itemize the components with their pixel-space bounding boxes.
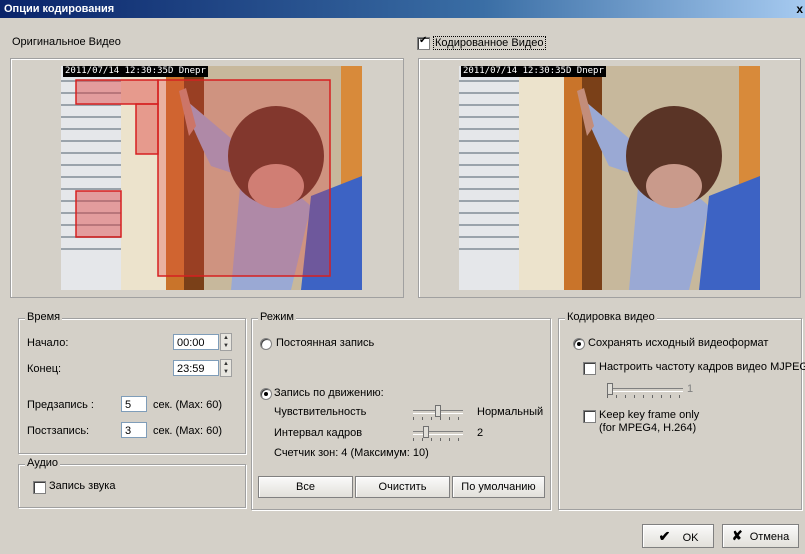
ok-button[interactable]: ✔ OK	[642, 524, 714, 548]
frame-interval-slider[interactable]	[413, 426, 463, 441]
check-icon: ✔	[658, 528, 671, 544]
sensitivity-label: Чувствительность	[274, 406, 367, 418]
mjpeg-slider-thumb[interactable]	[607, 383, 613, 395]
start-label: Начало:	[27, 337, 69, 349]
cancel-x-icon: ✘	[731, 528, 743, 543]
record-audio-checkbox[interactable]	[33, 481, 46, 494]
sensitivity-slider-ticks	[413, 417, 463, 420]
encoding-group: Кодировка видео Сохранять исходный видео…	[558, 311, 805, 510]
sensitivity-value: Нормальный	[477, 406, 544, 418]
zone-counter-label: Счетчик зон: 4 (Максимум: 10)	[274, 447, 429, 459]
postrecord-label: Постзапись:	[27, 425, 90, 437]
postrecord-input[interactable]: 3	[121, 422, 147, 438]
keyframe-only-checkbox[interactable]	[583, 410, 596, 423]
encoded-video-label[interactable]: Кодированное Видео	[433, 36, 546, 50]
end-label: Конец:	[27, 363, 62, 375]
motion-record-radio[interactable]	[260, 388, 272, 400]
close-icon[interactable]: x	[796, 0, 803, 18]
encoded-video-checkbox[interactable]	[417, 35, 430, 50]
frame-interval-slider-thumb[interactable]	[423, 426, 429, 438]
default-button[interactable]: По умолчанию	[452, 476, 545, 498]
keep-format-radio[interactable]	[573, 338, 585, 350]
keep-format-label: Сохранять исходный видеоформат	[588, 337, 769, 349]
prerecord-hint: сек. (Max: 60)	[153, 399, 222, 411]
audio-group: Аудио Запись звука	[18, 457, 246, 508]
sensitivity-slider-thumb[interactable]	[435, 405, 441, 417]
frame-interval-label: Интервал кадров	[274, 427, 363, 439]
encoded-video-panel: 2011/07/14 12:30:35D Dnepr	[418, 58, 801, 298]
cancel-button-label: Отмена	[749, 531, 790, 543]
frame-interval-value: 2	[477, 427, 484, 439]
keyframe-only-sublabel: (for MPEG4, H.264)	[599, 422, 697, 434]
frame-interval-slider-track	[413, 431, 463, 435]
start-time-spinner[interactable]: ▲ ▼	[220, 333, 232, 351]
frame-interval-slider-ticks	[413, 438, 463, 441]
cancel-button[interactable]: ✘ Отмена	[722, 524, 799, 548]
encoding-group-title: Кодировка видео	[565, 311, 657, 323]
end-time-input[interactable]: 23:59	[173, 360, 219, 376]
end-time-spinner[interactable]: ▲ ▼	[220, 359, 232, 377]
time-group-title: Время	[25, 311, 63, 323]
continuous-record-label: Постоянная запись	[276, 337, 375, 349]
dialog-body: Оригинальное Видео 2011/07/14 12:30:35D …	[0, 18, 805, 554]
original-timestamp: 2011/07/14 12:30:35D Dnepr	[63, 66, 208, 77]
clear-button[interactable]: Очистить	[355, 476, 450, 498]
prerecord-label: Предзапись :	[27, 399, 94, 411]
mode-group: Режим Постоянная запись Запись по движен…	[251, 311, 551, 510]
encoded-video-frame: 2011/07/14 12:30:35D Dnepr	[459, 66, 760, 290]
ok-button-label: OK	[682, 532, 699, 544]
spin-down-icon[interactable]: ▼	[221, 342, 231, 350]
mjpeg-framerate-checkbox[interactable]	[583, 362, 596, 375]
spin-up-icon[interactable]: ▲	[221, 334, 231, 342]
original-video-label: Оригинальное Видео	[12, 36, 121, 48]
window-title: Опции кодирования	[4, 3, 115, 15]
mjpeg-slider-value: 1	[687, 383, 694, 395]
mjpeg-framerate-slider[interactable]	[607, 383, 683, 398]
original-video-image	[61, 66, 362, 290]
encoded-timestamp: 2011/07/14 12:30:35D Dnepr	[461, 66, 606, 77]
original-video-panel: 2011/07/14 12:30:35D Dnepr	[10, 58, 404, 298]
postrecord-hint: сек. (Max: 60)	[153, 425, 222, 437]
motion-record-label: Запись по движению:	[274, 387, 384, 399]
time-group: Время Начало: 00:00 ▲ ▼ Конец: 23:59 ▲ ▼ П…	[18, 311, 246, 454]
mjpeg-slider-ticks	[607, 395, 683, 398]
prerecord-input[interactable]: 5	[121, 396, 147, 412]
original-video-frame[interactable]: 2011/07/14 12:30:35D Dnepr	[61, 66, 362, 290]
mode-group-title: Режим	[258, 311, 296, 323]
continuous-record-radio[interactable]	[260, 338, 272, 350]
sensitivity-slider[interactable]	[413, 405, 463, 420]
select-all-button[interactable]: Все	[258, 476, 353, 498]
mjpeg-slider-track	[607, 388, 683, 392]
audio-group-title: Аудио	[25, 457, 61, 469]
keyframe-only-label: Keep key frame only	[599, 409, 700, 421]
start-time-input[interactable]: 00:00	[173, 334, 219, 350]
record-audio-label: Запись звука	[49, 480, 116, 492]
spin-up-icon[interactable]: ▲	[221, 360, 231, 368]
encoded-video-image	[459, 66, 760, 290]
title-bar: Опции кодирования x	[0, 0, 805, 18]
spin-down-icon[interactable]: ▼	[221, 368, 231, 376]
mjpeg-framerate-label: Настроить частоту кадров видео MJPEG	[599, 361, 805, 373]
